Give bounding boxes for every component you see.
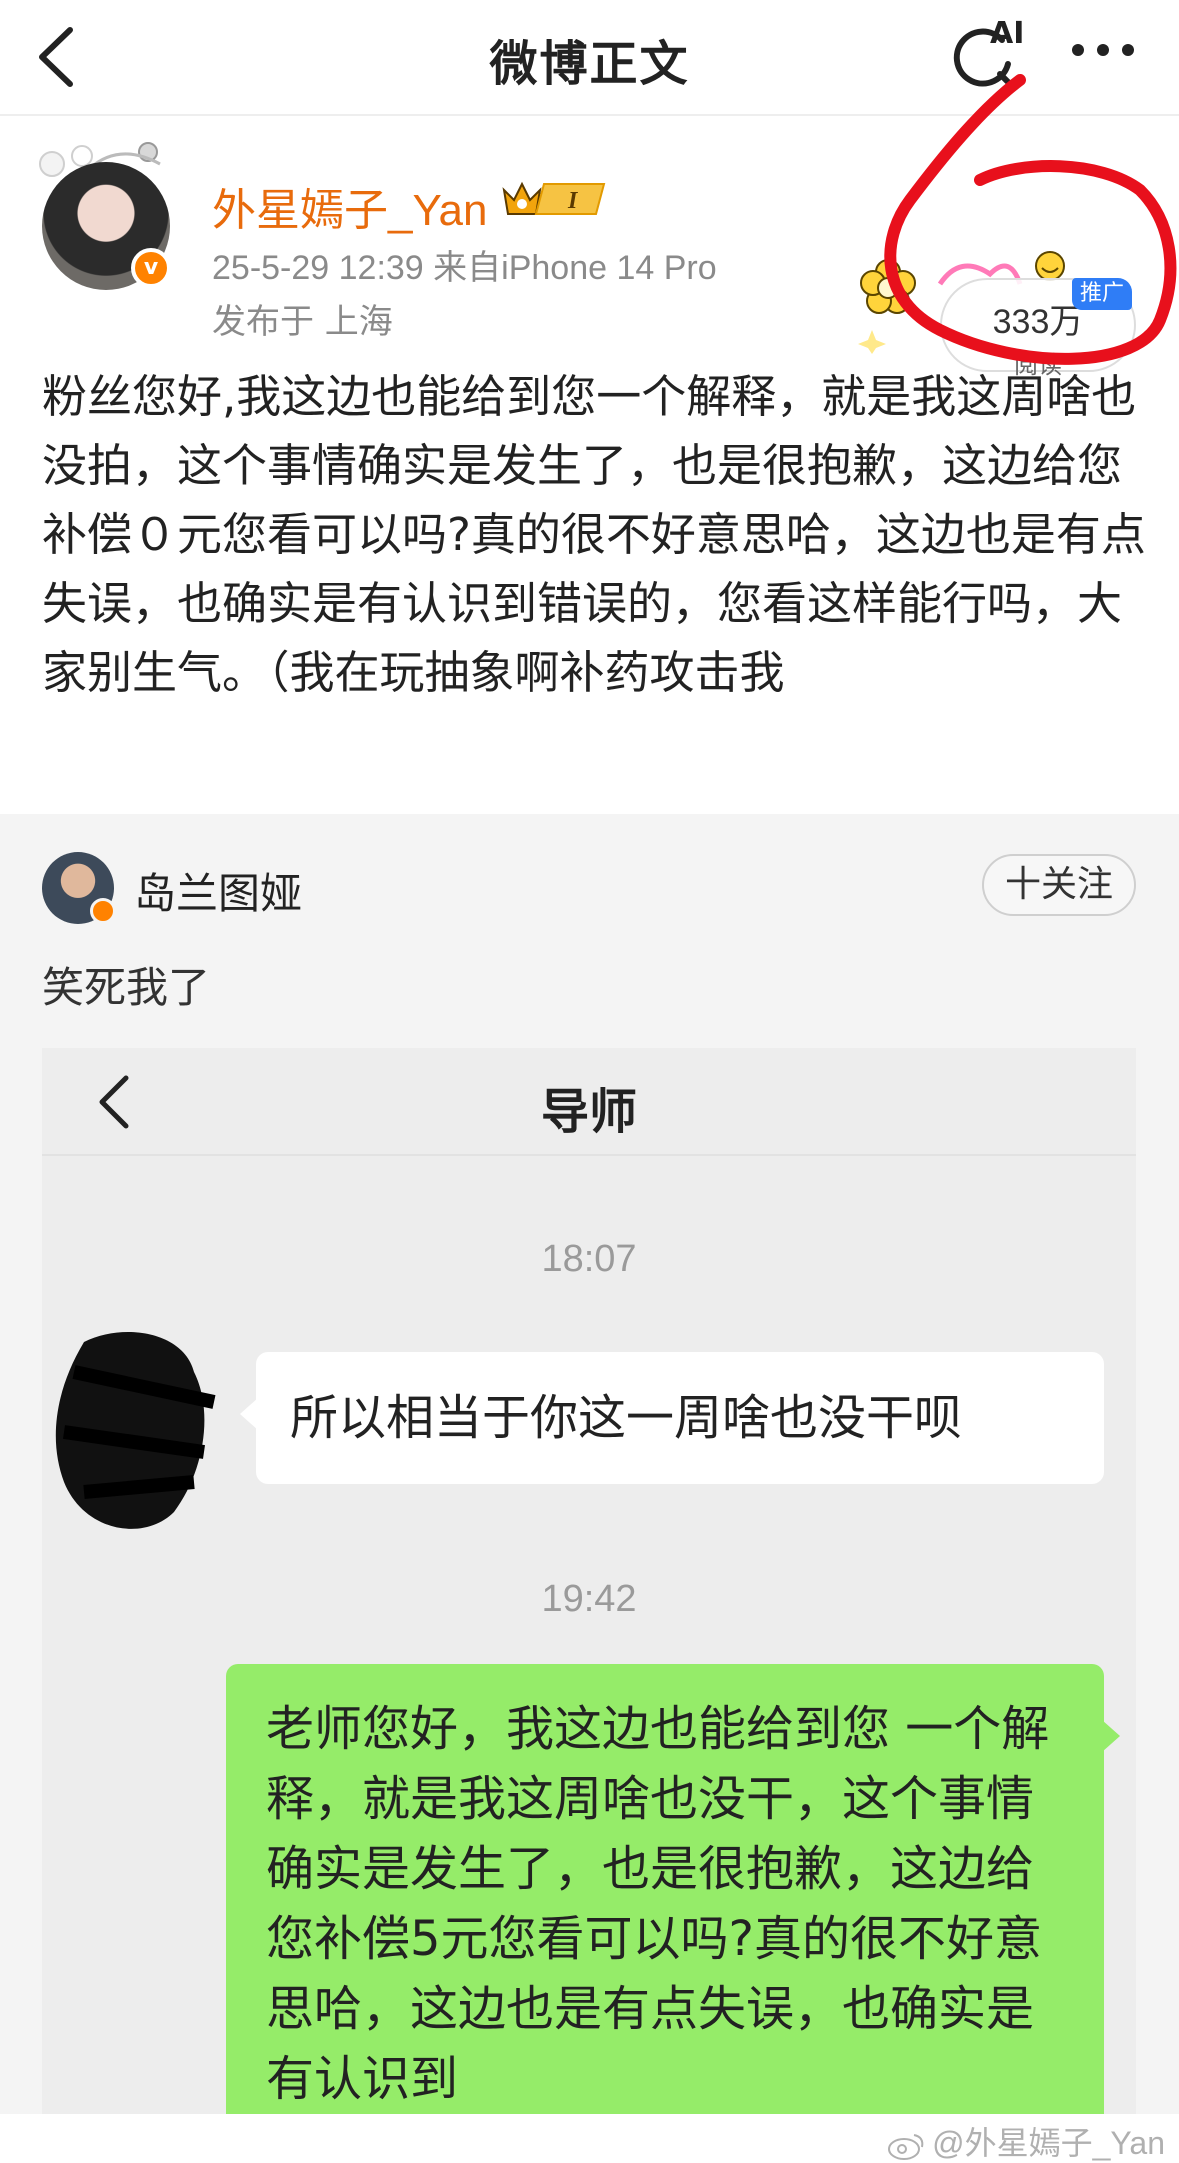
chat-title: 导师: [540, 1084, 637, 1140]
reposted-content[interactable]: 岛兰图娅 十关注 笑死我了 导师 18:07 所以相当于你这一周啥也没干呗 19…: [0, 814, 1179, 2114]
vip-level-text: I: [567, 188, 579, 214]
watermark-text: @外星嫣子_Yan: [932, 2125, 1165, 2161]
post-location: 发布于 上海: [212, 302, 393, 342]
more-options-icon[interactable]: [1068, 30, 1138, 70]
follow-button[interactable]: 十关注: [982, 854, 1136, 916]
weibo-logo-icon: [888, 2133, 924, 2160]
promote-tag[interactable]: 推广: [1072, 278, 1132, 310]
chat-timestamp: 19:42: [541, 1578, 637, 1620]
post-author-name[interactable]: 外星嫣子_Yan: [212, 174, 488, 238]
ai-summary-button[interactable]: AI: [950, 14, 1030, 94]
chat-header: 导师: [42, 1048, 1136, 1156]
chat-timestamp: 18:07: [541, 1238, 637, 1280]
top-nav-bar: 微博正文 AI: [0, 0, 1179, 116]
repost-author-name[interactable]: 岛兰图娅: [134, 860, 302, 921]
chat-screenshot-image[interactable]: 导师 18:07 所以相当于你这一周啥也没干呗 19:42 老师您好，我这边也能…: [42, 1048, 1136, 2114]
vip-crown-badge-icon[interactable]: I: [500, 176, 610, 220]
ai-label: AI: [990, 16, 1025, 51]
watermark: @外星嫣子_Yan: [886, 2118, 1165, 2163]
verified-badge-icon: v: [131, 248, 171, 288]
post-meta: 25-5-29 12:39 来自iPhone 14 Pro: [212, 249, 717, 287]
post-header: v 外星嫣子_Yan I 25-5-29 12:39 来自iPhone 14 P…: [0, 116, 1179, 379]
scribbled-avatar: [55, 1332, 216, 1529]
post-body-text: 粉丝您好,我这边也能给到您一个解释，就是我这周啥也没拍，这个事情确实是发生了，也…: [42, 370, 1146, 699]
bubble-tail: [1102, 1720, 1120, 1752]
repost-verified-icon: [90, 898, 116, 924]
chat-message-sent: 老师您好，我这边也能给到您 一个解释，就是我这周啥也没干，这个事情确实是发生了，…: [226, 1664, 1104, 2114]
repost-text: 笑死我了: [42, 963, 211, 1012]
chat-message-received: 所以相当于你这一周啥也没干呗: [256, 1352, 1104, 1484]
